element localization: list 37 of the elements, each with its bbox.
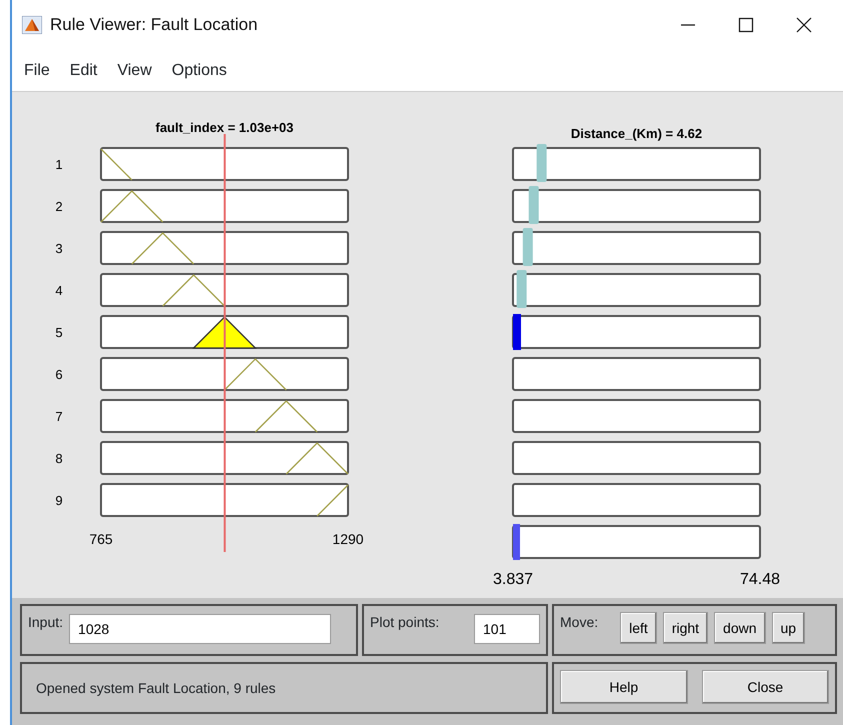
axis-max-label: 74.48: [740, 571, 780, 588]
dialog-button[interactable]: Help: [560, 670, 688, 704]
rule-number: 1: [55, 157, 63, 172]
output-variable-title: Distance_(Km) = 4.62: [570, 126, 702, 141]
status-message: Opened system Fault Location, 9 rules: [36, 678, 276, 698]
move-label: Move:: [560, 613, 598, 632]
close-icon: [796, 17, 812, 33]
app-icon: [22, 16, 42, 34]
minimize-icon: [680, 24, 696, 26]
menu-item[interactable]: File: [16, 56, 58, 84]
rule-number: 2: [55, 199, 63, 214]
plot-points-label: Plot points:: [370, 613, 440, 632]
dialog-button[interactable]: Close: [702, 670, 829, 704]
move-button[interactable]: down: [714, 612, 766, 644]
rule-number: 5: [55, 325, 63, 340]
move-button[interactable]: up: [772, 612, 806, 644]
rule-number: 7: [55, 409, 63, 424]
axis-min-label: 3.837: [492, 571, 534, 588]
rule-number: 4: [55, 283, 63, 298]
rule-number: 8: [55, 451, 63, 466]
axis-max-label: 1290: [332, 531, 364, 547]
rule-number: 6: [55, 367, 63, 382]
maximize-icon: [738, 17, 754, 33]
menu-item[interactable]: View: [109, 56, 160, 84]
plot-points-field[interactable]: 101: [474, 614, 540, 644]
input-label: Input:: [28, 613, 64, 632]
input-field[interactable]: 1028: [69, 614, 332, 644]
move-button[interactable]: right: [662, 612, 708, 644]
aggregate-bar: [513, 524, 520, 560]
input-variable-title: fault_index = 1.03e+03: [155, 120, 294, 135]
menu-item[interactable]: Options: [164, 56, 235, 84]
rule-number: 9: [55, 493, 63, 508]
menu-item[interactable]: Edit: [62, 56, 106, 84]
move-button[interactable]: left: [620, 612, 657, 644]
axis-min-label: 765: [89, 531, 113, 547]
rule-number: 3: [55, 241, 63, 256]
window-title: Rule Viewer: Fault Location: [50, 14, 258, 36]
